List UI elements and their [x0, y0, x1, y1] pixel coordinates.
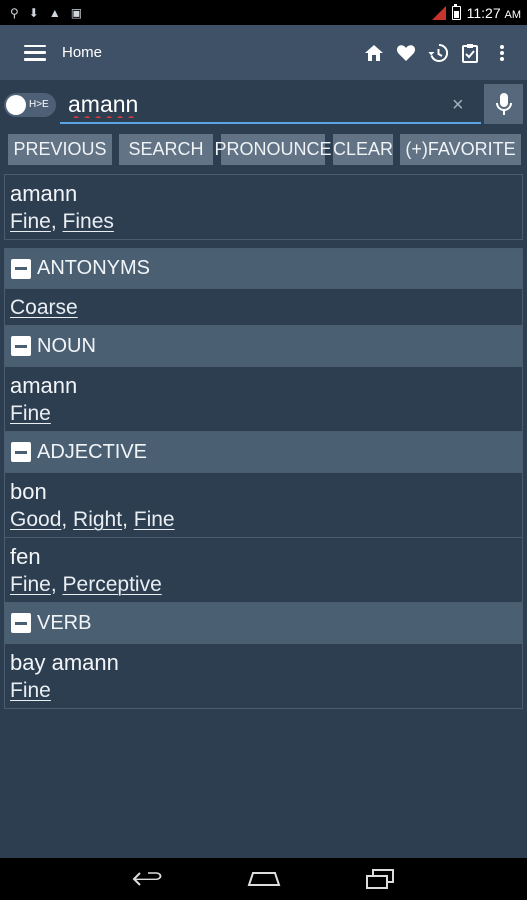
translation-link[interactable]: Fine: [10, 402, 51, 425]
entry-word: fen: [10, 544, 41, 569]
collapse-icon: [11, 442, 31, 462]
translation-link[interactable]: Fines: [63, 210, 114, 233]
collapse-icon: [11, 613, 31, 633]
list-item: amann Fine: [5, 367, 522, 431]
translation-links: Fine: [10, 677, 517, 705]
search-row: H>E ×: [0, 80, 527, 130]
microphone-icon[interactable]: [484, 84, 523, 124]
warning-icon: ▲: [48, 5, 61, 20]
section-title: ANTONYMS: [37, 257, 150, 279]
search-button[interactable]: SEARCH: [119, 134, 213, 165]
home-nav-icon[interactable]: [246, 867, 282, 891]
section-antonyms: Coarse: [4, 289, 523, 326]
main-entry: amann Fine, Fines: [4, 174, 523, 240]
recent-apps-icon[interactable]: [362, 867, 398, 891]
section-noun: amann Fine: [4, 367, 523, 432]
previous-button[interactable]: PREVIOUS: [8, 134, 112, 165]
entry-word: bon: [10, 479, 47, 504]
section-verb-header[interactable]: VERB: [4, 603, 523, 644]
clear-search-icon[interactable]: ×: [452, 94, 464, 117]
translation-link[interactable]: Fine: [10, 573, 51, 596]
clear-button[interactable]: CLEAR: [333, 134, 393, 165]
translation-links: Fine: [10, 400, 517, 428]
translation-link[interactable]: Fine: [10, 210, 51, 233]
translation-links: Fine, Perceptive: [10, 573, 162, 596]
section-title: VERB: [37, 611, 92, 634]
toggle-knob: [6, 95, 26, 115]
section-title: NOUN: [37, 334, 96, 357]
download-icon: ⬇: [28, 5, 39, 20]
pronounce-button[interactable]: PRONOUNCE: [215, 134, 332, 165]
back-icon[interactable]: [130, 867, 166, 891]
status-bar: ⚲ ⬇ ▲ ▣ 11:27 AM: [0, 0, 527, 25]
section-title: ADJECTIVE: [37, 440, 148, 463]
history-icon[interactable]: [427, 42, 449, 64]
translation-link[interactable]: Perceptive: [63, 573, 162, 596]
antonym-link[interactable]: Coarse: [10, 296, 78, 319]
translation-links: Good, Right, Fine: [10, 508, 175, 531]
list-item: bay amann Fine: [5, 644, 522, 708]
entry-word: amann: [10, 373, 78, 398]
battery-icon: [451, 3, 461, 20]
search-input[interactable]: [60, 88, 481, 120]
headword: amann: [10, 181, 78, 206]
translation-link[interactable]: Good: [10, 508, 61, 531]
toolbar-title: Home: [62, 44, 103, 61]
signal-icon: [431, 5, 446, 20]
results-panel: amann Fine, Fines ANTONYMS Coarse NOUN a…: [4, 174, 523, 709]
language-toggle[interactable]: H>E: [4, 93, 56, 117]
section-verb: bay amann Fine: [4, 644, 523, 709]
collapse-icon: [11, 336, 31, 356]
section-antonyms-header[interactable]: ANTONYMS: [4, 248, 523, 289]
antonym-links: Coarse: [10, 294, 517, 322]
search-field[interactable]: [60, 88, 481, 124]
favorite-button[interactable]: (+)FAVORITE: [400, 134, 521, 165]
entry-word: bay amann: [10, 650, 119, 675]
translation-links: Fine, Fines: [10, 210, 114, 233]
list-item: fen Fine, Perceptive: [5, 538, 522, 602]
action-buttons: PREVIOUS SEARCH PRONOUNCE CLEAR (+)FAVOR…: [0, 134, 527, 166]
system-navigation-bar: [0, 858, 527, 900]
clock: 11:27 AM: [466, 4, 521, 21]
overflow-menu-icon[interactable]: [491, 42, 513, 64]
section-adjective-header[interactable]: ADJECTIVE: [4, 432, 523, 473]
usb-icon: ⚲: [10, 5, 19, 20]
collapse-icon: [11, 258, 31, 279]
heart-icon[interactable]: [395, 42, 417, 64]
translation-link[interactable]: Right: [73, 508, 122, 531]
section-noun-header[interactable]: NOUN: [4, 326, 523, 367]
app-toolbar: Home: [0, 25, 527, 80]
list-item: bon Good, Right, Fine: [5, 473, 522, 538]
clipboard-icon[interactable]: [459, 42, 481, 64]
notification-icons: ⚲ ⬇ ▲ ▣: [0, 6, 82, 20]
translation-link[interactable]: Fine: [134, 508, 175, 531]
translation-link[interactable]: Fine: [10, 679, 51, 702]
toggle-label: H>E: [29, 99, 49, 110]
section-adjective: bon Good, Right, Fine fen Fine, Percepti…: [4, 473, 523, 603]
menu-icon[interactable]: [24, 44, 46, 61]
home-icon[interactable]: [363, 42, 385, 64]
image-icon: ▣: [70, 5, 83, 20]
